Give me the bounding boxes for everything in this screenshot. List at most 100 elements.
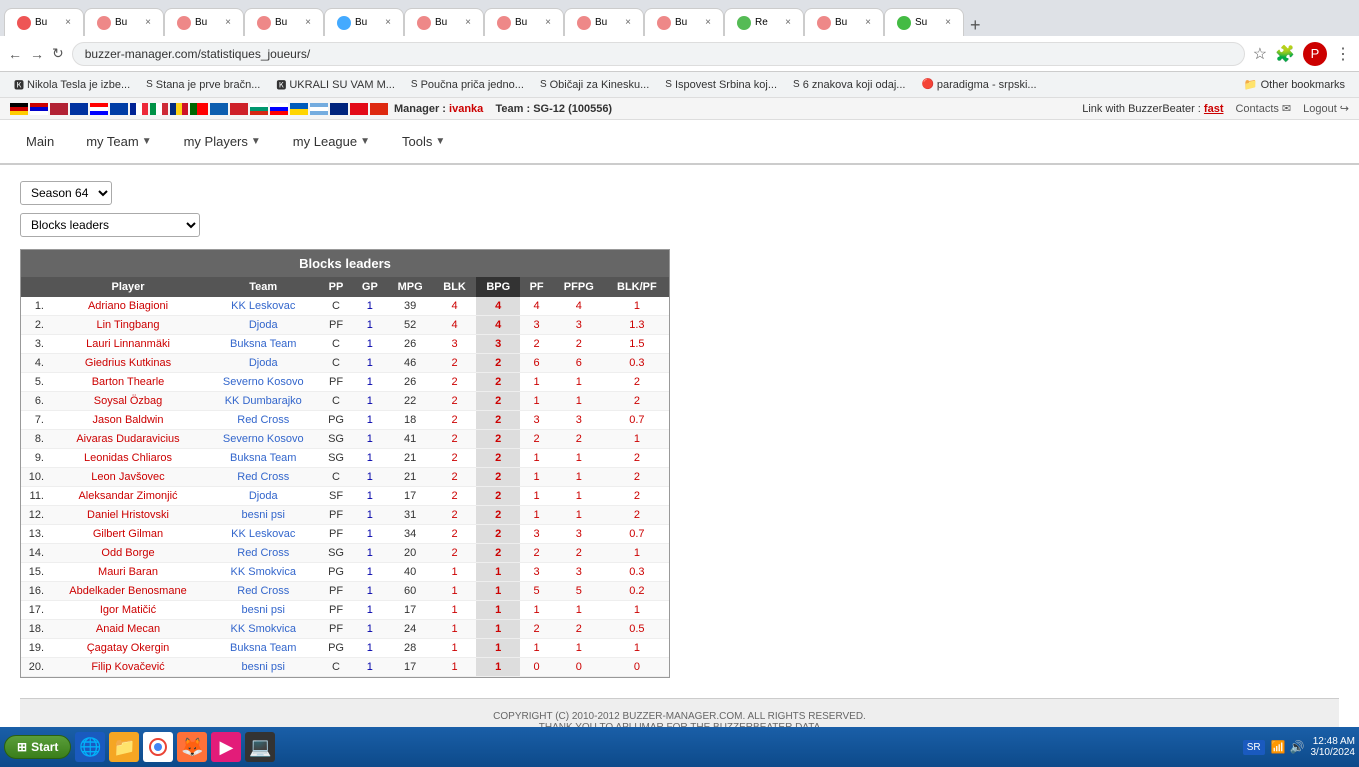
close-icon[interactable]: × bbox=[465, 17, 471, 28]
taskbar-folder-icon[interactable]: 📁 bbox=[109, 732, 139, 762]
team-link[interactable]: KK Leskovac bbox=[231, 300, 295, 312]
close-icon[interactable]: × bbox=[225, 17, 231, 28]
tab-3[interactable]: Bu × bbox=[164, 8, 244, 36]
team-link[interactable]: Red Cross bbox=[237, 547, 289, 559]
new-tab-button[interactable]: + bbox=[964, 15, 987, 36]
team-link[interactable]: Severno Kosovo bbox=[223, 376, 304, 388]
close-icon[interactable]: × bbox=[545, 17, 551, 28]
team-link[interactable]: besni psi bbox=[242, 661, 285, 673]
nav-my-players[interactable]: my Players ▼ bbox=[168, 126, 277, 157]
tab-12[interactable]: Su × bbox=[884, 8, 964, 36]
player-link[interactable]: Adriano Biagioni bbox=[88, 300, 168, 312]
tab-active[interactable]: Bu × bbox=[324, 8, 404, 36]
taskbar-ie-icon[interactable]: 🌐 bbox=[75, 732, 105, 762]
bookmark-4[interactable]: S Poučna priča jedno... bbox=[405, 75, 530, 94]
bookmark-1[interactable]: 🅺 Nikola Tesla je izbe... bbox=[8, 75, 136, 94]
nav-tools[interactable]: Tools ▼ bbox=[386, 126, 461, 157]
team-link[interactable]: Red Cross bbox=[237, 471, 289, 483]
team-link[interactable]: KK Smokvica bbox=[231, 623, 296, 635]
taskbar-terminal-icon[interactable]: 💻 bbox=[245, 732, 275, 762]
close-icon[interactable]: × bbox=[705, 17, 711, 28]
player-link[interactable]: Barton Thearle bbox=[92, 376, 165, 388]
team-link[interactable]: Buksna Team bbox=[230, 452, 296, 464]
team-link[interactable]: Buksna Team bbox=[230, 338, 296, 350]
bookmark-3[interactable]: 🅺 UKRALI SU VAM M... bbox=[270, 75, 401, 94]
team-link[interactable]: Djoda bbox=[249, 490, 278, 502]
player-link[interactable]: Çagatay Okergin bbox=[87, 642, 170, 654]
close-icon[interactable]: × bbox=[145, 17, 151, 28]
stat-type-select[interactable]: Blocks leaders Points leaders Rebounds l… bbox=[20, 213, 200, 237]
account-icon[interactable]: P bbox=[1303, 42, 1327, 66]
bookmark-8[interactable]: 🔴 paradigma - srpski... bbox=[915, 75, 1042, 94]
team-link[interactable]: KK Leskovac bbox=[231, 528, 295, 540]
player-link[interactable]: Abdelkader Benosmane bbox=[69, 585, 186, 597]
close-icon[interactable]: × bbox=[945, 17, 951, 28]
taskbar-firefox-icon[interactable]: 🦊 bbox=[177, 732, 207, 762]
player-link[interactable]: Anaid Mecan bbox=[96, 623, 160, 635]
player-link[interactable]: Filip Kovačević bbox=[91, 661, 164, 673]
team-link[interactable]: Djoda bbox=[249, 319, 278, 331]
nav-my-league[interactable]: my League ▼ bbox=[277, 126, 386, 157]
url-input[interactable]: buzzer-manager.com/statistiques_joueurs/ bbox=[72, 42, 1245, 66]
bookmark-icon[interactable]: ☆ bbox=[1253, 44, 1267, 64]
bookmark-7[interactable]: S 6 znakova koji odaj... bbox=[787, 75, 911, 94]
nav-my-team[interactable]: my Team ▼ bbox=[70, 126, 167, 157]
player-link[interactable]: Lin Tingbang bbox=[97, 319, 160, 331]
team-link[interactable]: Red Cross bbox=[237, 585, 289, 597]
close-icon[interactable]: × bbox=[385, 17, 391, 28]
nav-main[interactable]: Main bbox=[10, 126, 70, 157]
bookmark-6[interactable]: S Ispovest Srbina koj... bbox=[659, 75, 783, 94]
team-link[interactable]: Buksna Team bbox=[230, 642, 296, 654]
player-link[interactable]: Leonidas Chliaros bbox=[84, 452, 172, 464]
menu-icon[interactable]: ⋮ bbox=[1335, 44, 1351, 64]
close-icon[interactable]: × bbox=[65, 17, 71, 28]
tab-1[interactable]: Bu × bbox=[4, 8, 84, 36]
player-link[interactable]: Daniel Hristovski bbox=[87, 509, 169, 521]
close-icon[interactable]: × bbox=[865, 17, 871, 28]
tab-2[interactable]: Bu × bbox=[84, 8, 164, 36]
bookmark-2[interactable]: S Stana je prve bračn... bbox=[140, 75, 266, 94]
player-link[interactable]: Aivaras Dudaravicius bbox=[76, 433, 179, 445]
tab-7[interactable]: Bu × bbox=[484, 8, 564, 36]
logout-button[interactable]: Logout ↪ bbox=[1303, 102, 1349, 115]
team-link[interactable]: KK Smokvica bbox=[231, 566, 296, 578]
tab-8[interactable]: Bu × bbox=[564, 8, 644, 36]
team-link[interactable]: Severno Kosovo bbox=[223, 433, 304, 445]
player-link[interactable]: Lauri Linnanmäki bbox=[86, 338, 170, 350]
close-icon[interactable]: × bbox=[785, 17, 791, 28]
player-link[interactable]: Leon Javšovec bbox=[91, 471, 164, 483]
player-link[interactable]: Igor Matičić bbox=[100, 604, 156, 616]
extensions-icon[interactable]: 🧩 bbox=[1275, 44, 1295, 64]
refresh-button[interactable]: ↻ bbox=[52, 45, 64, 62]
team-link[interactable]: besni psi bbox=[242, 604, 285, 616]
taskbar-media-icon[interactable]: ▶ bbox=[211, 732, 241, 762]
link-fast[interactable]: fast bbox=[1204, 103, 1224, 115]
team-link[interactable]: Red Cross bbox=[237, 414, 289, 426]
player-link[interactable]: Giedrius Kutkinas bbox=[85, 357, 171, 369]
contacts-button[interactable]: Contacts ✉ bbox=[1235, 102, 1291, 115]
start-button[interactable]: ⊞ Start bbox=[4, 735, 71, 759]
team-link[interactable]: Djoda bbox=[249, 357, 278, 369]
table-row: 2. Lin Tingbang Djoda PF 1 52 4 4 3 3 1.… bbox=[21, 316, 669, 335]
tab-9[interactable]: Bu × bbox=[644, 8, 724, 36]
player-link[interactable]: Soysal Özbag bbox=[94, 395, 162, 407]
taskbar-chrome-icon[interactable] bbox=[143, 732, 173, 762]
tab-6[interactable]: Bu × bbox=[404, 8, 484, 36]
tab-10[interactable]: Re × bbox=[724, 8, 804, 36]
player-link[interactable]: Mauri Baran bbox=[98, 566, 158, 578]
tab-4[interactable]: Bu × bbox=[244, 8, 324, 36]
team-link[interactable]: KK Dumbarajko bbox=[225, 395, 302, 407]
forward-button[interactable]: → bbox=[30, 46, 44, 62]
player-link[interactable]: Gilbert Gilman bbox=[93, 528, 163, 540]
team-link[interactable]: besni psi bbox=[242, 509, 285, 521]
bookmark-5[interactable]: S Običaji za Kinesku... bbox=[534, 75, 655, 94]
tab-11[interactable]: Bu × bbox=[804, 8, 884, 36]
close-icon[interactable]: × bbox=[625, 17, 631, 28]
other-bookmarks[interactable]: 📁 Other bookmarks bbox=[1238, 75, 1351, 94]
close-icon[interactable]: × bbox=[305, 17, 311, 28]
player-link[interactable]: Aleksandar Zimonjić bbox=[78, 490, 177, 502]
back-button[interactable]: ← bbox=[8, 46, 22, 62]
player-link[interactable]: Odd Borge bbox=[101, 547, 154, 559]
player-link[interactable]: Jason Baldwin bbox=[93, 414, 164, 426]
season-select[interactable]: Season 64 Season 63 Season 62 bbox=[20, 181, 112, 205]
